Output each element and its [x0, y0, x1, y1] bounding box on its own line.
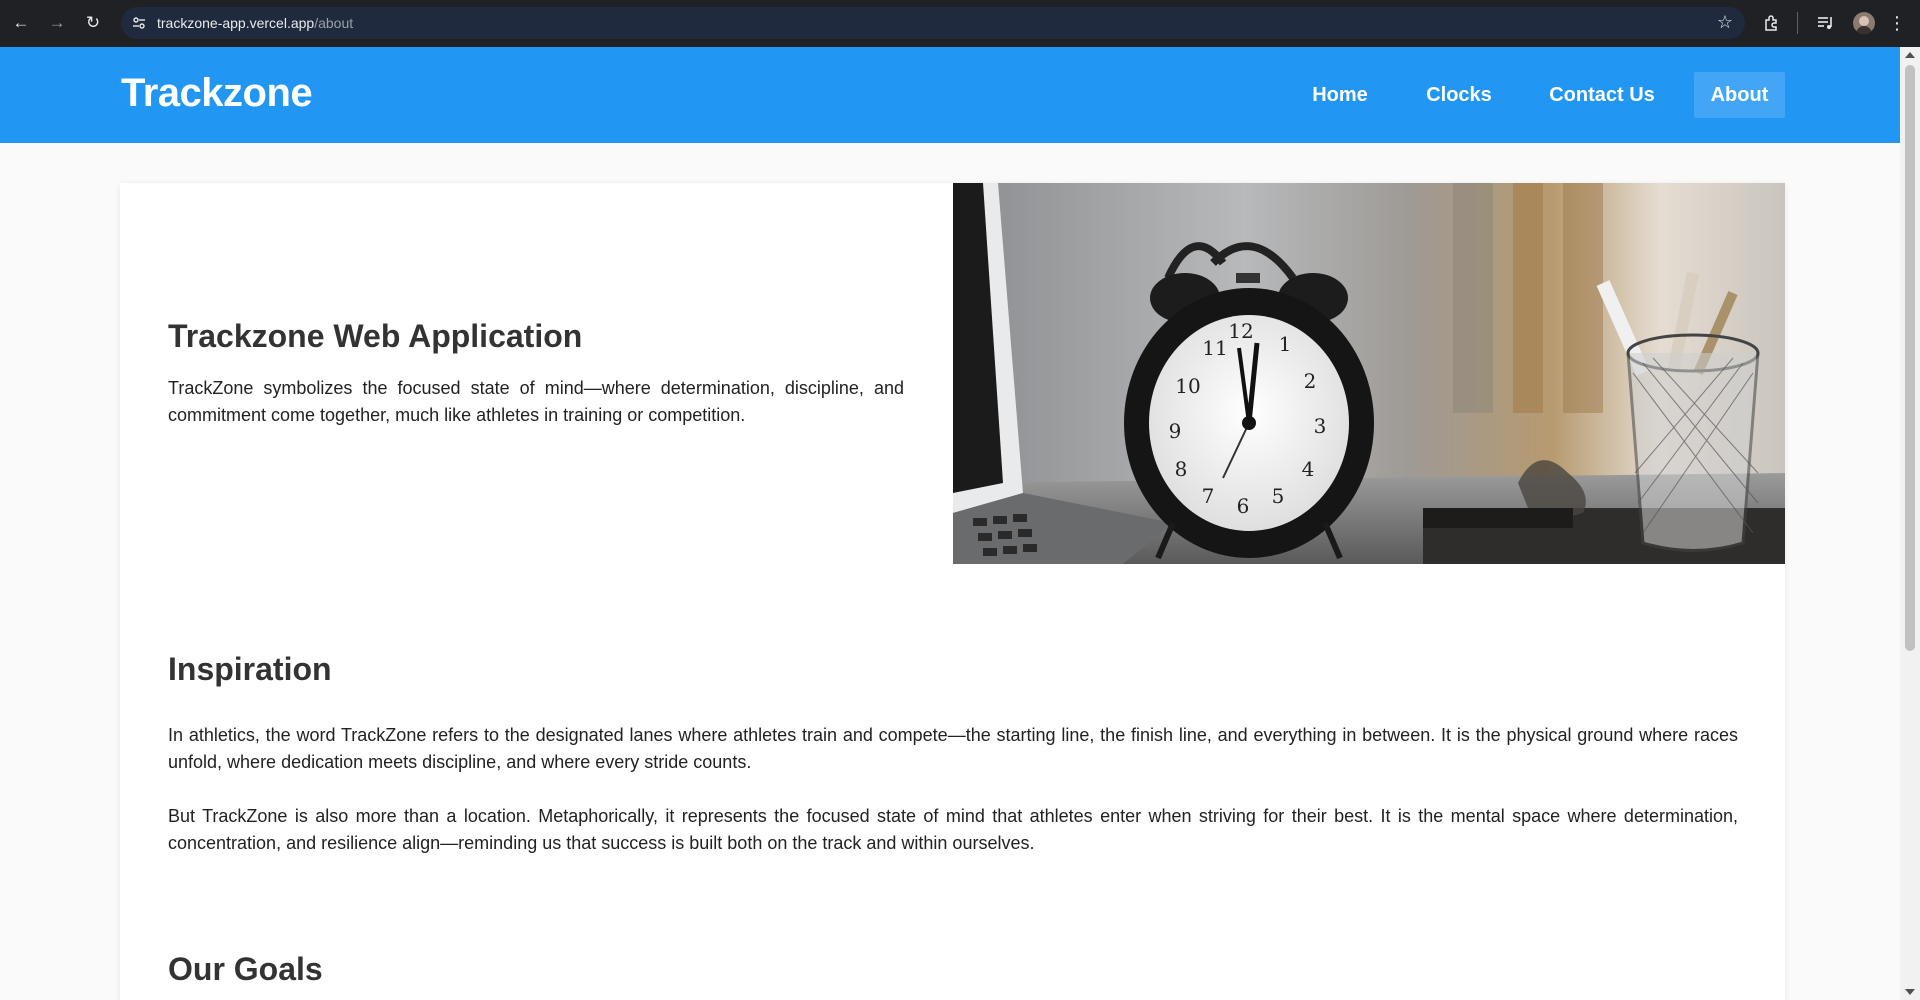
browser-toolbar: ← → ↻ trackzone-app.vercel.app/about ☆ ⋮ [0, 0, 1920, 47]
nav-home[interactable]: Home [1296, 72, 1384, 118]
back-arrow-icon[interactable]: ← [10, 12, 32, 34]
bookmark-star-icon[interactable]: ☆ [1717, 12, 1733, 33]
site-logo-text[interactable]: Trackzone [121, 71, 313, 116]
forward-arrow-icon[interactable]: → [46, 12, 68, 34]
extensions-icon[interactable] [1762, 13, 1782, 33]
svg-text:1: 1 [1279, 332, 1292, 356]
browser-menu-icon[interactable]: ⋮ [1888, 12, 1906, 34]
url-text: trackzone-app.vercel.app/about [157, 15, 354, 31]
inspiration-heading: Inspiration [168, 651, 332, 687]
svg-text:12: 12 [1228, 319, 1253, 343]
scroll-down-arrow-icon[interactable] [1905, 989, 1915, 995]
hero-title: Trackzone Web Application [168, 318, 583, 354]
svg-text:10: 10 [1175, 374, 1200, 398]
site-settings-icon[interactable] [131, 15, 147, 31]
site-header: Trackzone Home Clocks Contact Us About [0, 47, 1900, 143]
svg-text:3: 3 [1314, 414, 1327, 438]
svg-text:9: 9 [1169, 419, 1182, 443]
about-card: Trackzone Web Application TrackZone symb… [120, 183, 1785, 1000]
page-scrollbar[interactable] [1900, 47, 1920, 1000]
nav-about[interactable]: About [1694, 72, 1785, 118]
goals-heading: Our Goals [168, 951, 323, 987]
scroll-up-arrow-icon[interactable] [1905, 52, 1915, 58]
media-control-icon[interactable] [1815, 13, 1835, 33]
svg-text:11: 11 [1202, 336, 1227, 360]
svg-text:5: 5 [1272, 484, 1285, 508]
nav-contact-us[interactable]: Contact Us [1535, 72, 1669, 118]
inspiration-paragraph-2: But TrackZone is also more than a locati… [168, 806, 1738, 853]
svg-text:2: 2 [1304, 369, 1317, 393]
alarm-clock-hero-image: 12 1 2 3 4 5 6 7 8 9 10 11 [953, 183, 1785, 564]
scrollbar-thumb[interactable] [1905, 65, 1915, 651]
svg-text:4: 4 [1302, 457, 1315, 481]
reload-icon[interactable]: ↻ [82, 12, 104, 34]
hero-description: TrackZone symbolizes the focused state o… [168, 378, 904, 425]
svg-text:6: 6 [1237, 494, 1250, 518]
toolbar-divider [1797, 12, 1798, 34]
nav-clocks[interactable]: Clocks [1411, 72, 1507, 118]
inspiration-paragraph-1: In athletics, the word TrackZone refers … [168, 725, 1738, 772]
profile-avatar[interactable] [1853, 12, 1875, 34]
svg-text:8: 8 [1175, 457, 1188, 481]
address-bar[interactable]: trackzone-app.vercel.app/about ☆ [121, 7, 1745, 39]
svg-text:7: 7 [1202, 484, 1215, 508]
